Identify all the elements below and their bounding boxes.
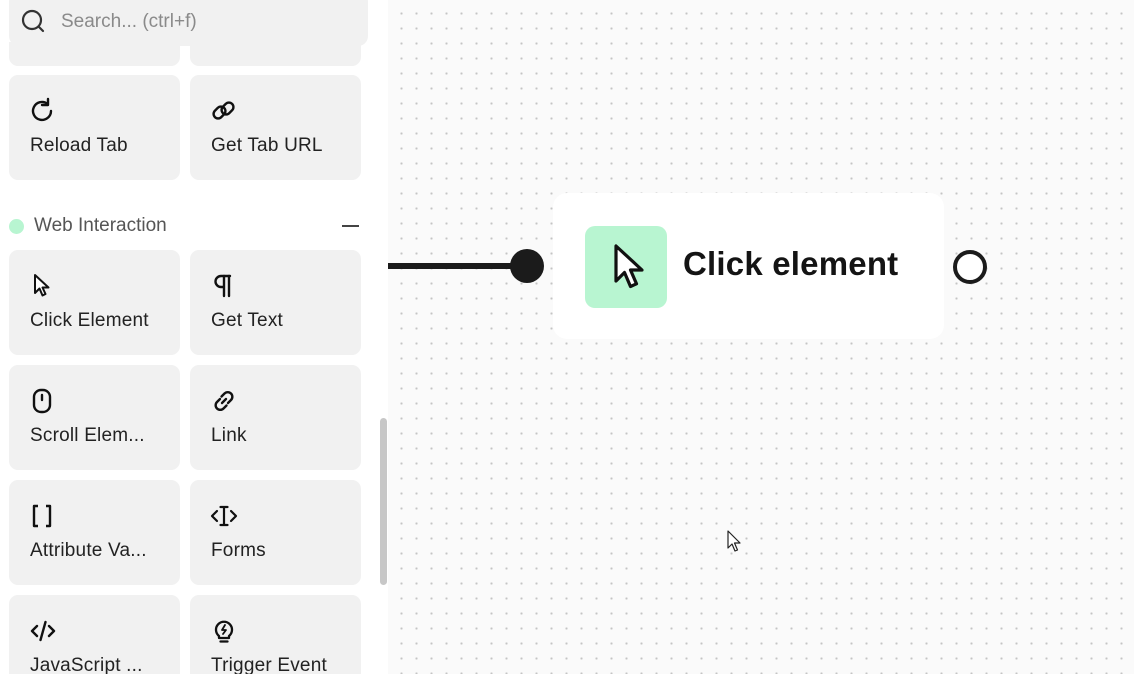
lightbulb-icon (214, 620, 234, 643)
code-icon (30, 620, 56, 642)
search-input[interactable] (59, 6, 353, 38)
text-cursor-icon (210, 505, 238, 527)
mouse-pointer-icon (727, 530, 741, 552)
block-label: Forms (211, 540, 266, 561)
node-icon-box (585, 226, 667, 308)
connection-edge[interactable] (388, 263, 518, 269)
node-output-handle[interactable] (953, 250, 987, 284)
click-element-node[interactable]: Click element (553, 193, 944, 339)
block-label: Click Element (30, 310, 149, 331)
block-label: Trigger Event (211, 655, 327, 674)
block-reload-tab[interactable]: Reload Tab (9, 75, 180, 180)
block-card-partial[interactable] (190, 42, 361, 66)
section-web-interaction[interactable]: Web Interaction (9, 212, 369, 240)
link-chain-icon (212, 101, 235, 120)
block-click-element[interactable]: Click Element (9, 250, 180, 355)
block-label: Reload Tab (30, 135, 128, 156)
link-icon (214, 390, 234, 412)
workflow-canvas[interactable]: Click element (388, 0, 1134, 674)
reload-icon (31, 97, 53, 122)
section-color-dot (9, 219, 24, 234)
paragraph-icon (214, 274, 232, 298)
block-label: Get Text (211, 310, 284, 331)
block-scroll-element[interactable]: Scroll Elem... (9, 365, 180, 470)
block-label: Link (211, 425, 247, 446)
brackets-icon (32, 504, 52, 528)
cursor-icon (614, 244, 644, 289)
block-sidebar: Reload Tab Get Tab URL Web Interaction C… (0, 0, 388, 674)
block-label: Attribute Va... (30, 540, 147, 561)
block-attribute-value[interactable]: Attribute Va... (9, 480, 180, 585)
block-label: Scroll Elem... (30, 425, 145, 446)
node-title: Click element (683, 245, 899, 282)
collapse-icon[interactable] (342, 225, 359, 227)
block-javascript[interactable]: JavaScript ... (9, 595, 180, 674)
sidebar-scrollbar[interactable] (380, 418, 387, 585)
search-icon (21, 9, 45, 33)
block-trigger-event[interactable]: Trigger Event (190, 595, 361, 674)
block-forms[interactable]: Forms (190, 480, 361, 585)
block-get-text[interactable]: Get Text (190, 250, 361, 355)
search-bar[interactable] (9, 0, 368, 46)
block-get-tab-url[interactable]: Get Tab URL (190, 75, 361, 180)
block-label: Get Tab URL (211, 135, 323, 156)
block-link[interactable]: Link (190, 365, 361, 470)
block-label: JavaScript ... (30, 655, 143, 674)
node-input-handle[interactable] (510, 249, 544, 283)
section-title: Web Interaction (34, 215, 167, 236)
mouse-icon (32, 388, 52, 414)
cursor-icon (34, 274, 50, 297)
block-card-partial[interactable] (9, 42, 180, 66)
